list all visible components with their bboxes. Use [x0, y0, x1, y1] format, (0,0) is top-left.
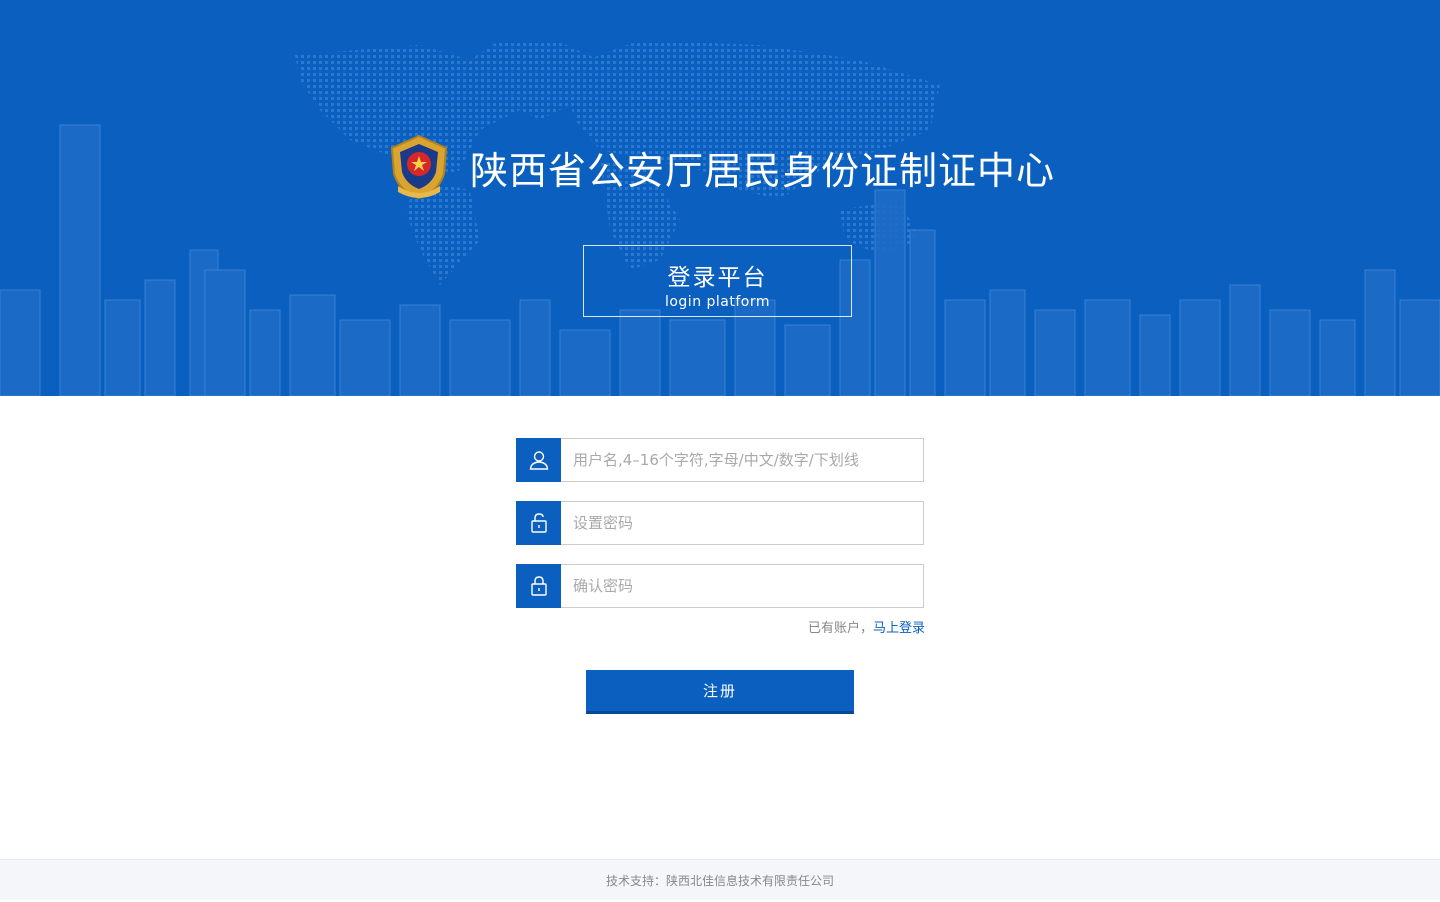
platform-title-en: login platform — [664, 294, 771, 310]
password-input[interactable] — [561, 501, 924, 545]
police-emblem-icon — [390, 134, 448, 200]
username-input[interactable] — [561, 438, 924, 482]
lock-icon — [516, 564, 561, 608]
register-form — [516, 438, 924, 627]
register-button[interactable]: 注册 — [586, 670, 854, 714]
site-title: 陕西省公安厅居民身份证制证中心 — [470, 148, 1056, 193]
login-hint: 已有账户，马上登录 — [516, 617, 925, 636]
username-field-group — [516, 438, 924, 482]
footer: 技术支持：陕西北佳信息技术有限责任公司 — [0, 859, 1440, 900]
login-platform-badge: 登录平台 login platform — [583, 245, 852, 317]
unlock-icon — [516, 501, 561, 545]
platform-title-cn: 登录平台 — [667, 265, 768, 291]
login-now-link[interactable]: 马上登录 — [873, 621, 925, 636]
footer-text: 技术支持：陕西北佳信息技术有限责任公司 — [605, 874, 834, 888]
user-icon — [516, 438, 561, 482]
confirm-password-input[interactable] — [561, 564, 924, 608]
header-banner: 陕西省公安厅居民身份证制证中心 登录平台 login platform — [0, 0, 1440, 396]
has-account-text: 已有账户， — [807, 621, 873, 636]
brand-header: 陕西省公安厅居民身份证制证中心 — [388, 134, 1055, 200]
confirm-password-field-group — [516, 564, 924, 608]
password-field-group — [516, 501, 924, 545]
